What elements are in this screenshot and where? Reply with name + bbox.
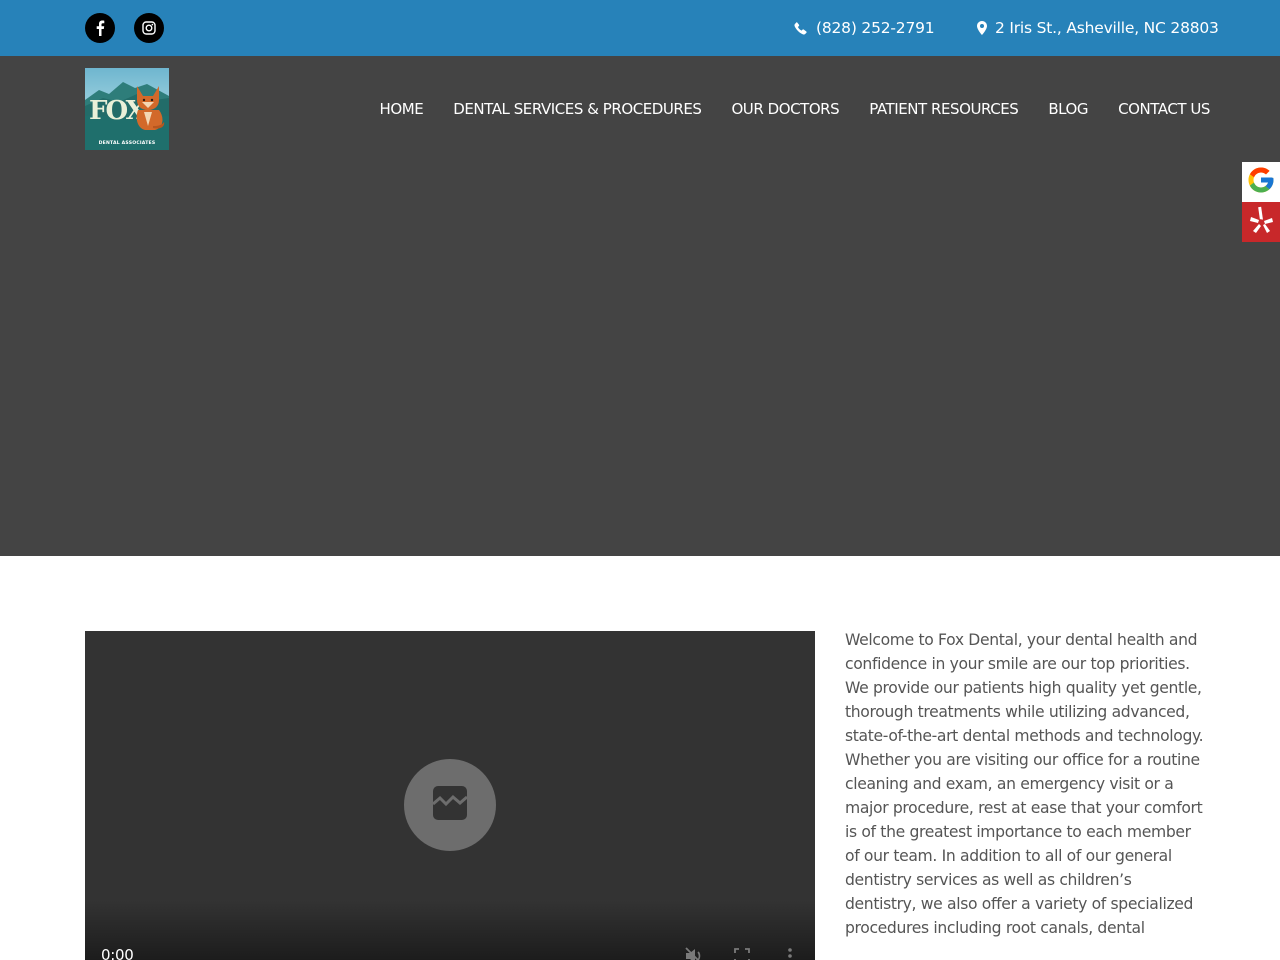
nav-our-doctors[interactable]: OUR DOCTORS [716, 96, 854, 122]
yelp-review-badge[interactable] [1242, 202, 1280, 242]
yelp-icon [1248, 205, 1274, 239]
logo[interactable]: FOX DENTAL ASSOCIATES [85, 68, 169, 150]
nav-patient-resources[interactable]: PATIENT RESOURCES [854, 96, 1033, 122]
facebook-icon [95, 20, 105, 36]
instagram-icon [142, 21, 156, 35]
mute-icon[interactable] [683, 945, 705, 960]
map-pin-icon [977, 21, 987, 35]
more-options-icon[interactable] [779, 945, 801, 960]
fox-icon [136, 86, 165, 130]
phone-icon [794, 21, 808, 35]
address-text: 2 Iris St., Asheville, NC 28803 [995, 19, 1219, 37]
video-error-indicator [404, 759, 496, 851]
address-contact[interactable]: 2 Iris St., Asheville, NC 28803 [977, 0, 1219, 56]
phone-contact[interactable]: (828) 252-2791 [794, 0, 935, 56]
intro-paragraph: Welcome to Fox Dental, your dental healt… [845, 631, 1204, 937]
facebook-link[interactable] [85, 13, 115, 43]
hero-section: FOX DENTAL ASSOCIATES HOME DENTAL SERVIC… [0, 56, 1280, 556]
phone-number: (828) 252-2791 [816, 19, 935, 37]
video-player[interactable]: 0:00 [85, 631, 815, 960]
main-nav: HOME DENTAL SERVICES & PROCEDURES OUR DO… [365, 96, 1211, 122]
nav-blog[interactable]: BLOG [1033, 96, 1103, 122]
nav-contact-us[interactable]: CONTACT US [1103, 96, 1210, 122]
video-current-time: 0:00 [101, 946, 134, 960]
logo-tagline: DENTAL ASSOCIATES [98, 141, 156, 146]
video-controls-gradient [85, 900, 815, 960]
fullscreen-icon[interactable] [731, 945, 753, 960]
top-bar: (828) 252-2791 2 Iris St., Asheville, NC… [0, 0, 1280, 56]
review-badges [1242, 162, 1280, 242]
broken-media-icon [432, 785, 468, 825]
google-review-badge[interactable] [1242, 162, 1280, 202]
google-icon [1246, 165, 1276, 199]
instagram-link[interactable] [134, 13, 164, 43]
nav-home[interactable]: HOME [365, 96, 439, 122]
nav-dental-services[interactable]: DENTAL SERVICES & PROCEDURES [438, 96, 716, 122]
